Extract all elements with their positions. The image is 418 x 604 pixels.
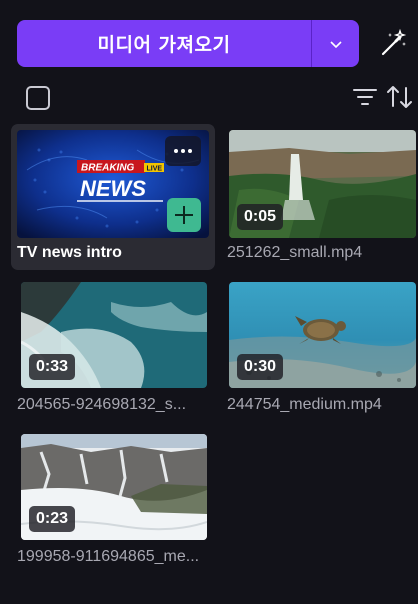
media-thumbnail: 0:30: [229, 282, 416, 388]
media-name: 204565-924698132_s...: [17, 396, 187, 413]
media-card-251262-small[interactable]: 0:05 251262_small.mp4: [223, 124, 418, 270]
media-card-199958[interactable]: 0:23 199958-911694865_me...: [11, 428, 215, 574]
duration-badge: 0:05: [237, 204, 284, 230]
media-card-tv-news-intro[interactable]: BREAKING LIVE NEWS TV news intro: [11, 124, 215, 270]
duration-badge: 0:23: [29, 506, 76, 532]
select-all-checkbox[interactable]: [26, 86, 50, 110]
media-card-204565[interactable]: 0:33 204565-924698132_s...: [11, 276, 215, 422]
add-to-timeline-button[interactable]: [167, 198, 201, 232]
thumb-live-text: LIVE: [147, 166, 163, 173]
magic-wand-button[interactable]: [377, 26, 411, 60]
media-thumbnail: 0:23: [21, 434, 207, 540]
duration-badge: 0:33: [29, 354, 76, 380]
import-media-button-group: 미디어 가져오기: [17, 20, 359, 67]
media-name: 251262_small.mp4: [227, 244, 363, 261]
media-card-244754-medium[interactable]: 0:30 244754_medium.mp4: [223, 276, 418, 422]
media-thumbnail: 0:05: [229, 130, 416, 238]
import-dropdown-button[interactable]: [312, 20, 359, 67]
more-horizontal-icon: [174, 149, 192, 153]
media-name: 199958-911694865_me...: [17, 548, 200, 565]
chevron-down-icon: [329, 40, 342, 48]
magic-wand-icon: [381, 28, 407, 56]
media-name: 244754_medium.mp4: [227, 396, 382, 413]
media-thumbnail: 0:33: [21, 282, 207, 388]
more-options-button[interactable]: [165, 136, 201, 166]
duration-badge: 0:30: [237, 354, 284, 380]
thumb-breaking-text: BREAKING: [81, 163, 135, 174]
media-thumbnail: BREAKING LIVE NEWS: [17, 130, 209, 238]
sort-icon[interactable]: [386, 84, 414, 110]
import-media-button[interactable]: 미디어 가져오기: [17, 20, 311, 67]
thumb-news-text: NEWS: [80, 176, 146, 201]
plus-icon: [175, 206, 193, 224]
filter-icon[interactable]: [353, 86, 377, 108]
media-name: TV news intro: [17, 244, 122, 261]
